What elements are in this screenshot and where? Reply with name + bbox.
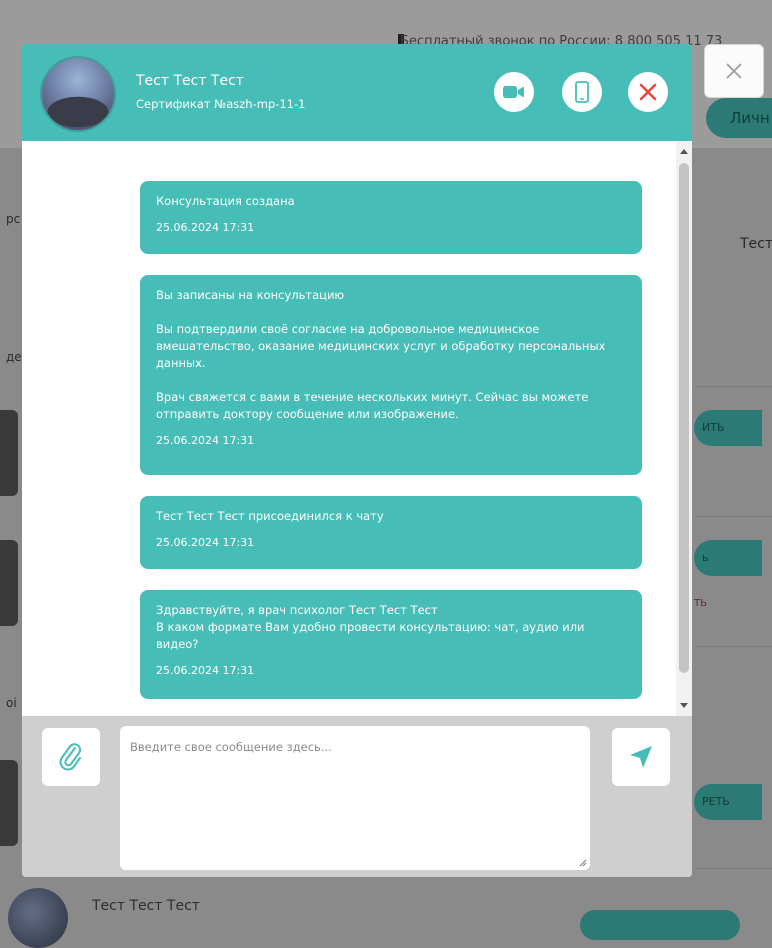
chat-message: Консультация создана 25.06.2024 17:31 (140, 181, 642, 254)
background-action-pill[interactable]: ИТЬ (694, 410, 762, 446)
background-divider (695, 516, 772, 517)
certificate-number: Сертификат №aszh-mp-11-1 (136, 97, 306, 111)
send-message-button[interactable] (612, 728, 670, 786)
background-action-pill[interactable]: РЕТЬ (694, 784, 762, 820)
close-chat-button[interactable] (628, 72, 668, 112)
doctor-avatar (40, 56, 116, 132)
background-thumbnail (0, 410, 18, 496)
chat-message: Тест Тест Тест присоединился к чату 25.0… (140, 496, 642, 569)
scroll-thumb[interactable] (679, 163, 689, 673)
background-left-fragment: оі (6, 696, 17, 710)
message-text: Консультация создана (156, 194, 295, 208)
mobile-phone-icon (575, 81, 589, 103)
message-text: Здравствуйте, я врач психолог Тест Тест … (156, 603, 438, 617)
background-action-pill[interactable]: ь (694, 540, 762, 576)
chat-message: Здравствуйте, я врач психолог Тест Тест … (140, 590, 642, 699)
background-name-fragment: Тест (740, 236, 772, 252)
message-text: В каком формате Вам удобно провести конс… (156, 620, 585, 651)
message-composer (22, 716, 692, 877)
chat-header: Тест Тест Тест Сертификат №aszh-mp-11-1 (22, 44, 692, 141)
overlay-close-button[interactable] (704, 44, 764, 98)
resize-grip-icon[interactable] (579, 859, 587, 867)
message-time: 25.06.2024 17:31 (156, 221, 255, 234)
doctor-name: Тест Тест Тест (136, 73, 244, 89)
close-x-icon (639, 83, 657, 101)
send-arrow-icon (630, 746, 652, 768)
background-bottom-name: Тест Тест Тест (92, 898, 200, 914)
attach-file-button[interactable] (42, 728, 100, 786)
background-left-fragment: де (6, 350, 22, 364)
background-red-text: ТЬ (694, 598, 707, 609)
background-thumbnail (0, 760, 18, 846)
background-divider (695, 868, 772, 869)
video-camera-icon (503, 86, 524, 98)
close-icon (726, 63, 742, 79)
message-text: Вы записаны на консультацию (156, 288, 345, 302)
personal-account-button[interactable]: Личн (706, 98, 772, 138)
paperclip-icon (59, 743, 82, 771)
message-time: 25.06.2024 17:31 (156, 664, 255, 677)
background-bottom-pill[interactable] (580, 910, 740, 940)
message-list[interactable]: Консультация создана 25.06.2024 17:31 Вы… (22, 141, 676, 716)
background-thumbnail (0, 540, 18, 626)
message-scrollbar[interactable] (676, 141, 692, 716)
scroll-up-arrow-icon[interactable] (680, 149, 688, 154)
background-avatar (8, 888, 68, 948)
audio-call-button[interactable] (562, 72, 602, 112)
message-input[interactable] (120, 726, 590, 870)
video-call-button[interactable] (494, 72, 534, 112)
chat-modal: Тест Тест Тест Сертификат №aszh-mp-11-1 … (22, 44, 692, 877)
chat-message: Вы записаны на консультацию Вы подтверди… (140, 275, 642, 475)
message-text: Врач свяжется с вами в течение нескольки… (156, 390, 589, 421)
background-left-fragment: рс (6, 212, 21, 226)
background-divider (695, 646, 772, 647)
background-divider (695, 386, 772, 387)
message-time: 25.06.2024 17:31 (156, 434, 255, 447)
message-text: Тест Тест Тест присоединился к чату (156, 509, 384, 523)
message-text: Вы подтвердили своё согласие на добровол… (156, 322, 606, 370)
message-time: 25.06.2024 17:31 (156, 536, 255, 549)
scroll-down-arrow-icon[interactable] (680, 703, 688, 708)
